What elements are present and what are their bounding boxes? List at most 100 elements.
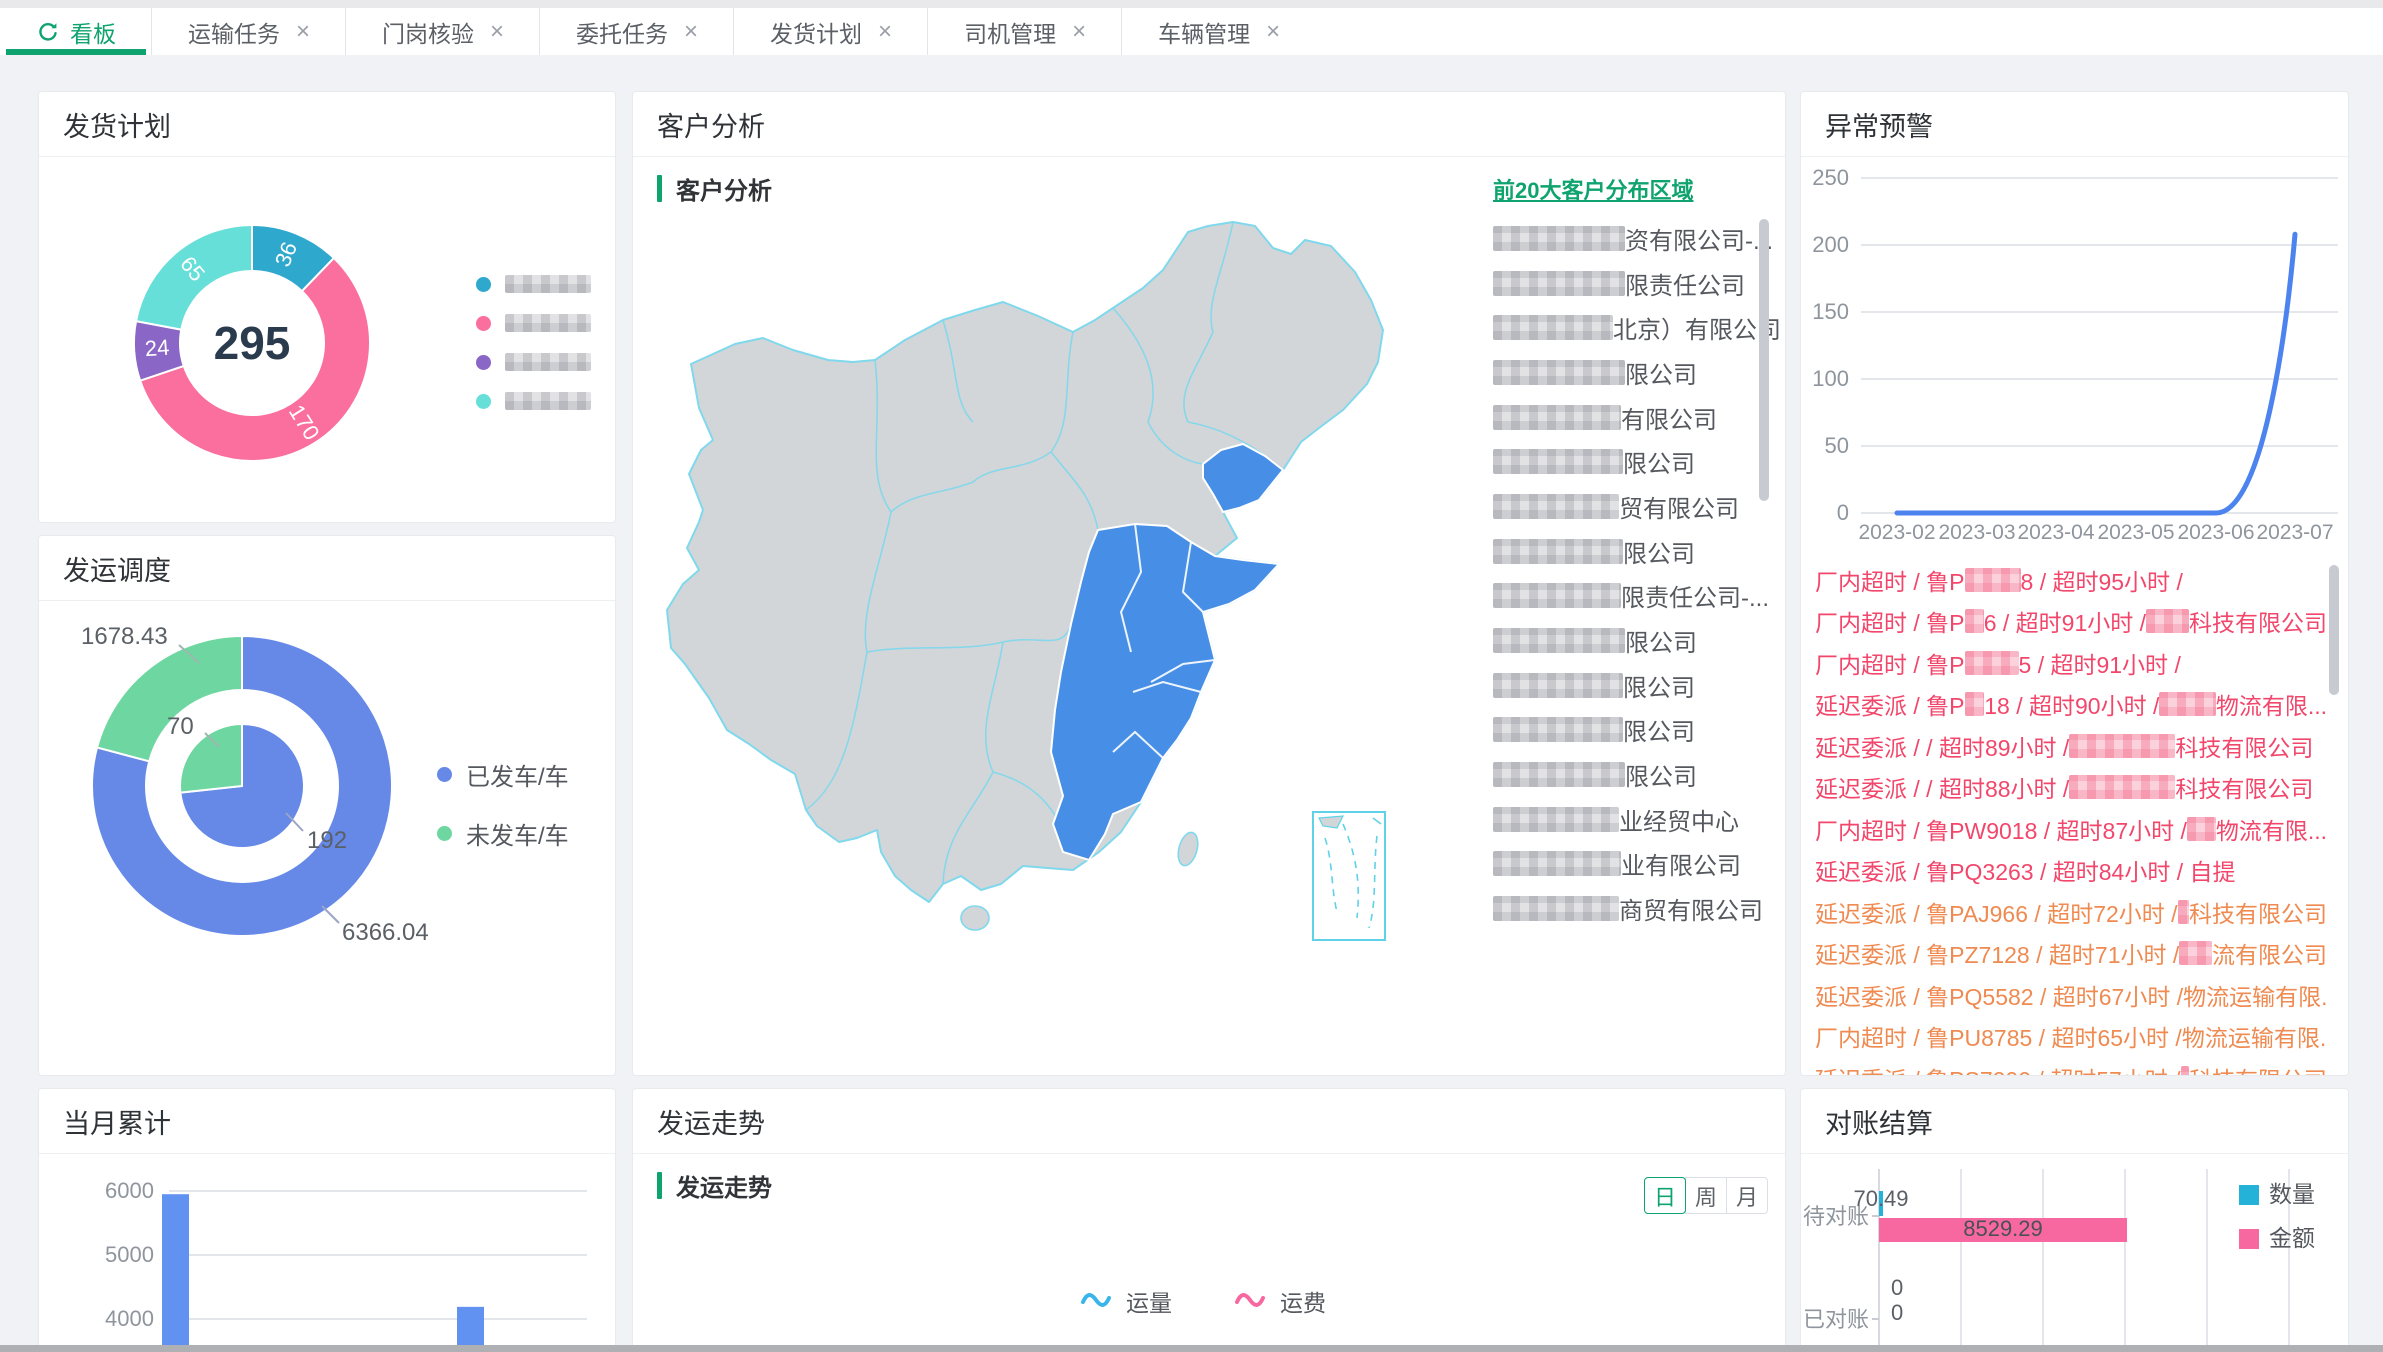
alert-text: 延迟委派 / 鲁PQ5582 / 超时67小时 / <box>1815 978 2183 1012</box>
blurred-name <box>1493 628 1625 653</box>
alert-item[interactable]: 延迟委派 / / 超时88小时 / 科技有限公司 <box>1815 767 2327 809</box>
period-button-0[interactable]: 日 <box>1644 1177 1686 1214</box>
customer-suffix: 限公司 <box>1623 444 1695 479</box>
tab-3[interactable]: 委托任务 × <box>540 8 734 55</box>
alert-item[interactable]: 延迟委派 / / 超时89小时 / 科技有限公司 <box>1815 725 2327 767</box>
alert-item[interactable]: 延迟委派 / 鲁PAJ966 / 超时72小时 / 科技有限公司 <box>1815 891 2327 933</box>
tab-1[interactable]: 运输任务× <box>152 8 346 55</box>
alert-item[interactable]: 厂内超时 / 鲁PU8785 / 超时65小时 / 物流运输有限... <box>1815 1016 2327 1058</box>
svg-text:70.49: 70.49 <box>1853 1186 1908 1211</box>
customer-suffix: 限公司 <box>1625 757 1697 792</box>
list-item[interactable]: 限公司 <box>1493 752 1786 797</box>
blurred-name <box>1493 271 1625 296</box>
list-item[interactable]: 限公司 <box>1493 618 1786 663</box>
alert-item[interactable]: 延迟委派 / 鲁PZ7128 / 超时71小时 / 流有限公司 <box>1815 933 2327 975</box>
donut-center-total: 295 <box>214 316 291 370</box>
alert-item[interactable]: 延迟委派 / 鲁PS7200 / 超时57小时 / 科技有限公司 <box>1815 1057 2327 1076</box>
customer-suffix: 限公司 <box>1623 534 1695 569</box>
list-item[interactable]: 业经贸中心 <box>1493 797 1786 842</box>
alert-item[interactable]: 厂内超时 / 鲁P6 / 超时91小时 / 科技有限公司 <box>1815 601 2327 643</box>
alert-text: 科技有限公司 <box>2189 1061 2327 1076</box>
panel-reconciliation: 对账结算 待对账已对账70.498529.2900数量金额 <box>1800 1088 2349 1352</box>
period-button-1[interactable]: 周 <box>1685 1177 1727 1214</box>
list-item[interactable]: 商贸有限公司 <box>1493 886 1786 931</box>
alert-item[interactable]: 厂内超时 / 鲁PW9018 / 超时87小时 / 物流有限... <box>1815 808 2327 850</box>
close-icon[interactable]: × <box>1072 20 1086 44</box>
panel-dispatch: 发运调度 1678.43 70 192 6366.04 已发车/车未发车/车 <box>38 535 616 1076</box>
list-item[interactable]: 业有限公司 <box>1493 842 1786 887</box>
close-icon[interactable]: × <box>878 20 892 44</box>
blurred-name <box>1493 851 1621 876</box>
alert-item[interactable]: 厂内超时 / 鲁P8 / 超时95小时 / <box>1815 559 2327 601</box>
month-total-body: 600050004000 <box>39 1154 615 1352</box>
blurred-text <box>2181 1066 2189 1076</box>
panel-trend: 发运走势 发运走势 日周月 运量运费 <box>632 1088 1786 1352</box>
alert-item[interactable]: 延迟委派 / 鲁P18 / 超时90小时 / 物流有限... <box>1815 684 2327 726</box>
blurred-text <box>1965 692 1985 716</box>
list-item[interactable]: 限公司 <box>1493 708 1786 753</box>
list-item[interactable]: 限责任公司-... <box>1493 574 1786 619</box>
alert-text: 延迟委派 / / 超时88小时 / <box>1815 770 2069 804</box>
list-item[interactable]: 北京）有限公司 <box>1493 305 1786 350</box>
list-item[interactable]: 限公司 <box>1493 439 1786 484</box>
alert-item[interactable]: 延迟委派 / 鲁PQ3263 / 超时84小时 / 自提 <box>1815 850 2327 892</box>
trend-legend-item[interactable]: 运量 <box>1080 1284 1172 1318</box>
alert-text: 延迟委派 / 鲁PQ3263 / 超时84小时 / 自提 <box>1815 853 2236 887</box>
tab-4[interactable]: 发货计划× <box>734 8 928 55</box>
close-icon[interactable]: × <box>490 20 504 44</box>
top-edge-strip <box>0 0 2383 8</box>
alert-list-scrollbar[interactable] <box>2329 565 2339 695</box>
panel-header: 发运调度 <box>39 536 615 601</box>
customer-suffix: 贸有限公司 <box>1619 489 1739 524</box>
china-map[interactable] <box>643 212 1463 942</box>
panel-title: 对账结算 <box>1825 1102 1933 1141</box>
alert-text: 科技有限公司 <box>2189 604 2327 638</box>
panel-header: 客户分析 <box>633 92 1785 157</box>
list-item[interactable]: 限公司 <box>1493 350 1786 395</box>
tab-label: 委托任务 <box>576 15 668 49</box>
trend-legend: 运量 运费 <box>1080 1284 1326 1318</box>
period-button-group: 日周月 <box>1644 1177 1768 1214</box>
legend-dot <box>476 316 491 331</box>
list-item[interactable]: 资有限公司-... <box>1493 216 1786 261</box>
blurred-text <box>2178 900 2189 924</box>
legend-label: 未发车/车 <box>466 816 569 851</box>
close-icon[interactable]: × <box>684 20 698 44</box>
tab-label: 门岗核验 <box>382 15 474 49</box>
customer-list-scrollbar[interactable] <box>1759 219 1769 501</box>
legend-label: 运量 <box>1126 1284 1172 1318</box>
customer-suffix: 限公司 <box>1625 355 1697 390</box>
blurred-name <box>1493 896 1619 921</box>
close-icon[interactable]: × <box>296 20 310 44</box>
legend-dot <box>437 767 452 782</box>
dispatch-label-sent-amount: 6366.04 <box>342 919 429 947</box>
tab-2[interactable]: 门岗核验 × <box>346 8 540 55</box>
blurred-name <box>1493 449 1623 474</box>
trend-legend-item[interactable]: 运费 <box>1234 1284 1326 1318</box>
alert-text: 延迟委派 / 鲁PZ7128 / 超时71小时 / <box>1815 936 2179 970</box>
list-item[interactable]: 限公司 <box>1493 663 1786 708</box>
list-item[interactable]: 贸有限公司 <box>1493 484 1786 529</box>
blurred-name <box>1493 717 1623 742</box>
blurred-name <box>1493 315 1613 340</box>
wave-icon <box>1080 1288 1112 1315</box>
list-item[interactable]: 限公司 <box>1493 529 1786 574</box>
tab-6[interactable]: 车辆管理× <box>1122 8 1316 55</box>
svg-text:250: 250 <box>1812 165 1849 190</box>
customer-suffix: 限责任公司-... <box>1621 578 1769 613</box>
blurred-name <box>1493 762 1625 787</box>
dispatch-label-unsent-count: 70 <box>167 713 194 741</box>
alert-text: 5 / 超时91小时 / <box>2019 646 2181 680</box>
tab-5[interactable]: 司机管理× <box>928 8 1122 55</box>
close-icon[interactable]: × <box>1266 20 1280 44</box>
bottom-scrollbar-strip[interactable] <box>0 1345 2383 1352</box>
alert-item[interactable]: 延迟委派 / 鲁PQ5582 / 超时67小时 / 物流运输有限... <box>1815 974 2327 1016</box>
customer-suffix: 限公司 <box>1623 668 1695 703</box>
top20-customers-link[interactable]: 前20大客户分布区域 <box>1493 173 1693 205</box>
period-button-2[interactable]: 月 <box>1726 1177 1768 1214</box>
tab-dashboard[interactable]: 看板 <box>0 8 152 55</box>
blurred-text <box>1965 609 1984 633</box>
alert-item[interactable]: 厂内超时 / 鲁P5 / 超时91小时 / <box>1815 642 2327 684</box>
list-item[interactable]: 限责任公司 <box>1493 261 1786 306</box>
list-item[interactable]: 有限公司 <box>1493 395 1786 440</box>
